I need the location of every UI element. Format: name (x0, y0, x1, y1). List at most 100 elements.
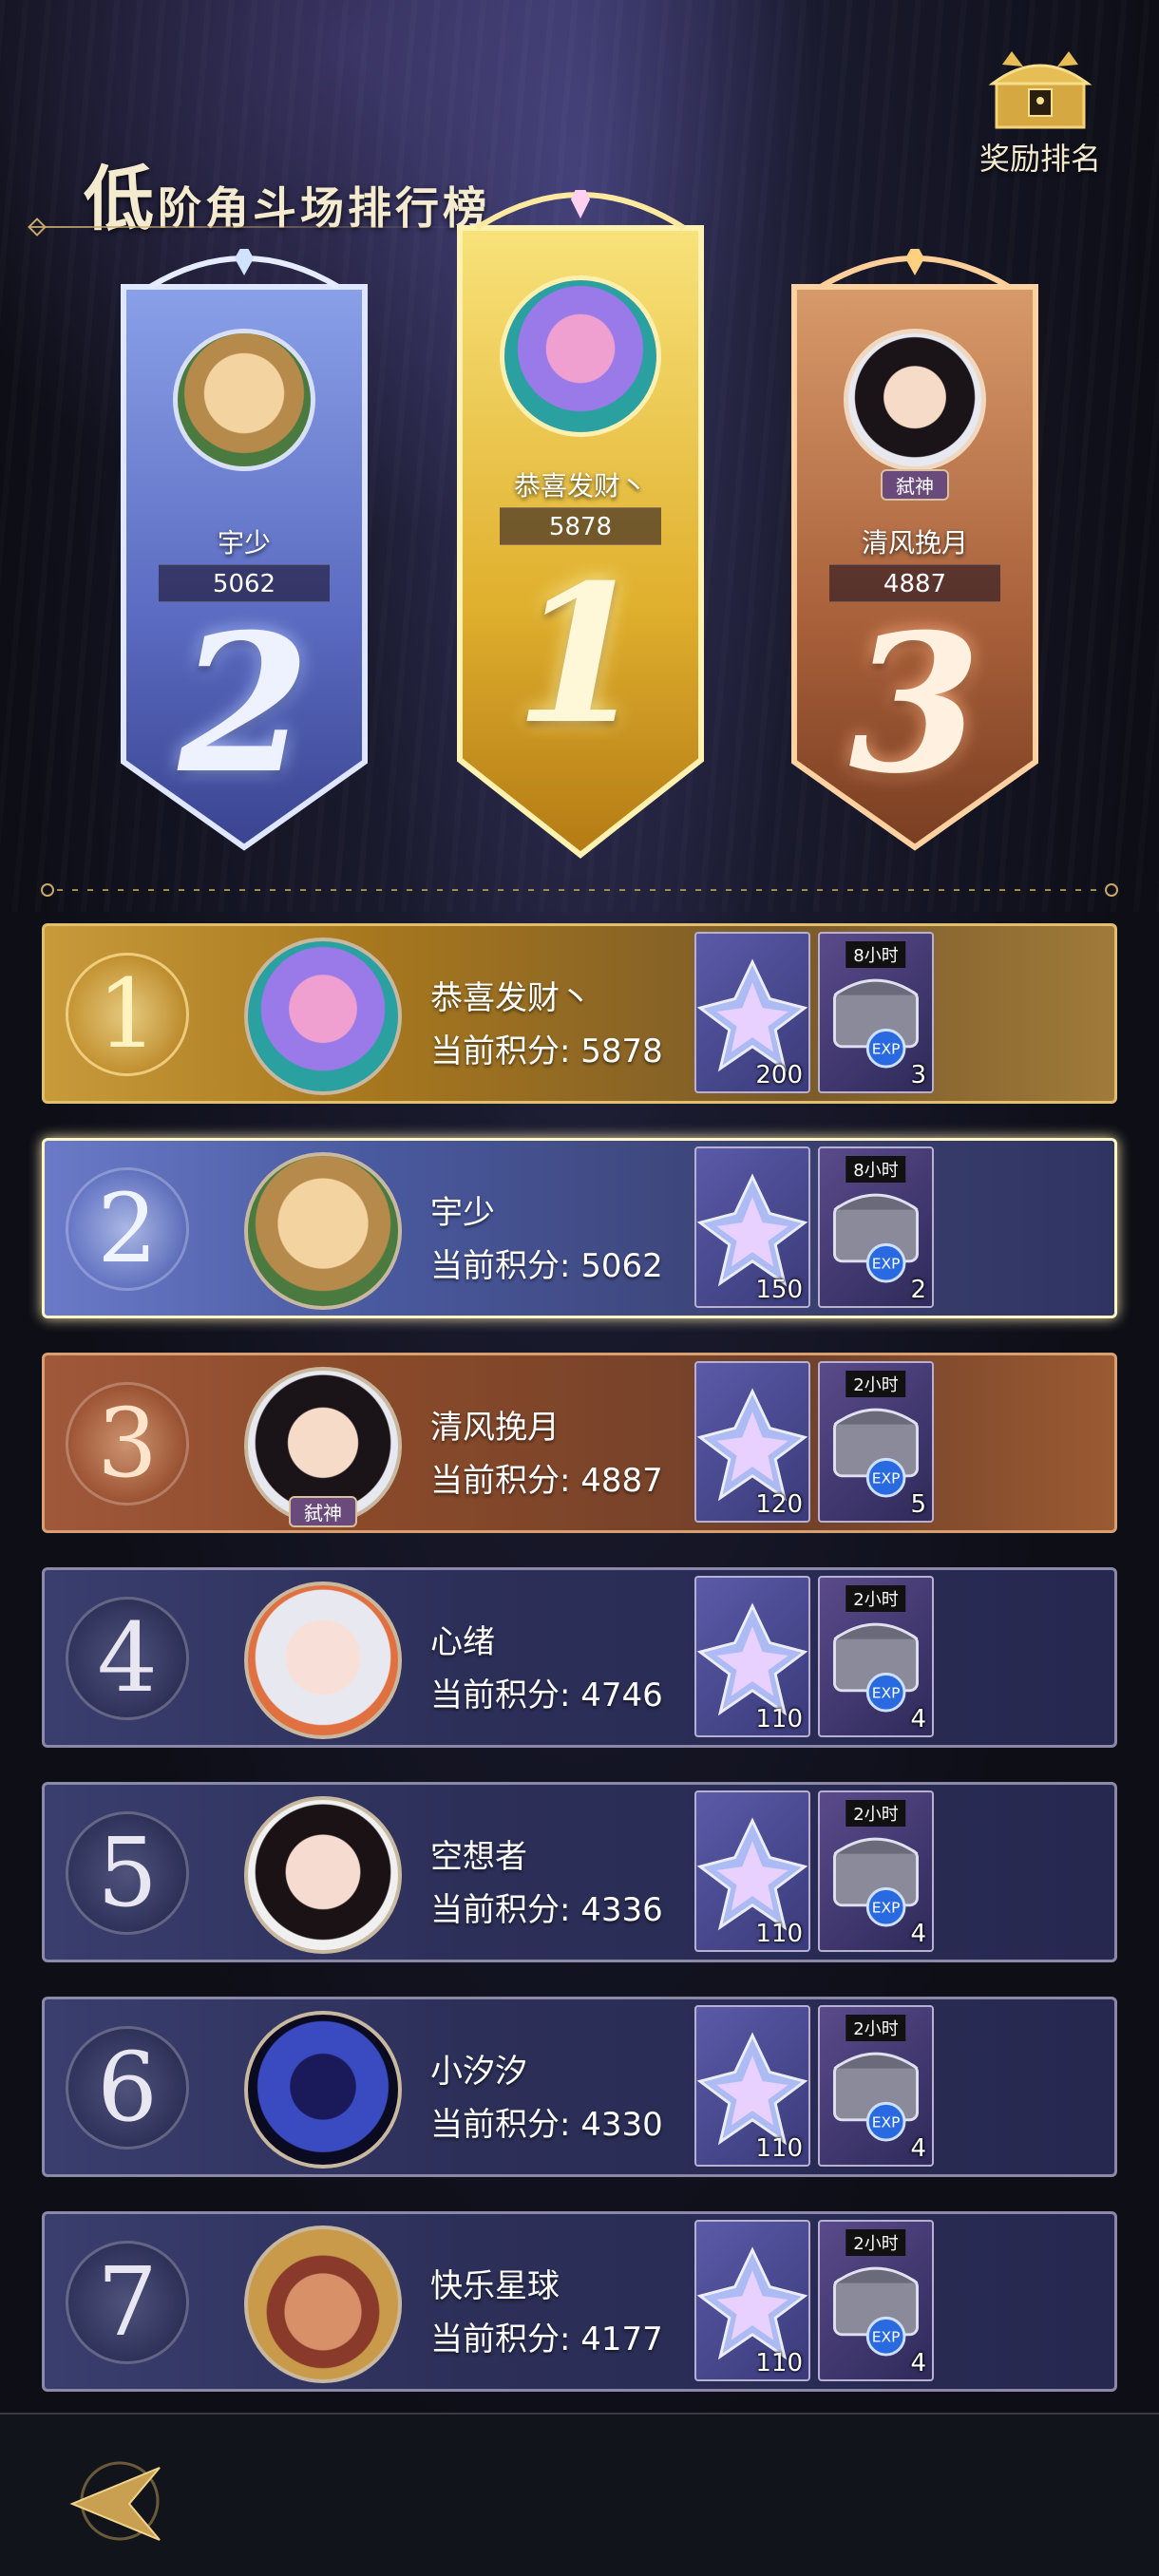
crystal-reward[interactable]: 110 (694, 1576, 810, 1737)
white-hair-girl-avatar[interactable] (244, 1582, 402, 1739)
hooded-figure-avatar[interactable] (244, 2011, 402, 2169)
crystal-reward[interactable]: 110 (694, 1790, 810, 1952)
section-divider (41, 883, 1118, 897)
ranking-row[interactable]: 4 心绪 当前积分: 4746 110 2小时 EXP 4 (42, 1567, 1117, 1748)
score-label: 当前积分: (430, 1462, 571, 1500)
crystal-reward[interactable]: 120 (694, 1361, 810, 1523)
rank-badge: 3 (66, 1382, 189, 1506)
chest-count: 4 (910, 2134, 926, 2163)
ranking-row[interactable]: 3 弑神 清风挽月 当前积分: 4887 120 2小时 EXP 5 (42, 1353, 1117, 1533)
svg-text:EXP: EXP (872, 2114, 901, 2131)
avatar-tag: 弑神 (289, 1496, 357, 1527)
crystal-count: 110 (755, 2134, 803, 2163)
podium-name: 清风挽月 (861, 527, 968, 559)
chest-time-tag: 2小时 (846, 2229, 906, 2256)
ranking-row[interactable]: 1 恭喜发财丶 当前积分: 5878 200 8小时 EXP 3 (42, 923, 1117, 1104)
chest-count: 4 (910, 2349, 926, 2377)
hamster-avatar[interactable] (244, 1152, 402, 1310)
ranking-row[interactable]: 5 空想者 当前积分: 4336 110 2小时 EXP 4 (42, 1782, 1117, 1962)
score-label: 当前积分: (430, 2320, 571, 2358)
exp-chest-reward[interactable]: 8小时 EXP 3 (818, 932, 934, 1093)
score-value: 5878 (580, 1032, 663, 1070)
girl-bow-avatar[interactable] (244, 1796, 402, 1954)
chest-count: 3 (910, 1061, 926, 1089)
exp-chest-reward[interactable]: 2小时 EXP 5 (818, 1361, 934, 1523)
exp-chest-reward[interactable]: 2小时 EXP 4 (818, 1790, 934, 1952)
podium-name: 恭喜发财丶 (513, 470, 647, 502)
podium-avatar-hamster (173, 329, 315, 471)
score-label: 当前积分: (430, 1247, 571, 1285)
podium-score: 5878 (500, 507, 661, 545)
crystal-count: 150 (755, 1276, 803, 1304)
svg-text:EXP: EXP (872, 1685, 901, 1702)
player-score: 当前积分: 5878 (430, 1025, 663, 1071)
score-value: 5062 (580, 1247, 663, 1285)
podium-rank-number: 3 (848, 593, 981, 816)
crystal-reward[interactable]: 110 (694, 2005, 810, 2167)
svg-text:EXP: EXP (872, 2329, 901, 2346)
score-value: 4887 (580, 1462, 663, 1500)
podium-avatar-girl-angel (844, 329, 986, 471)
crystal-count: 110 (755, 2349, 803, 2377)
player-score: 当前积分: 4330 (430, 2098, 663, 2145)
exp-chest-reward[interactable]: 8小时 EXP 2 (818, 1146, 934, 1308)
crystal-count: 110 (755, 1705, 803, 1733)
crystal-count: 200 (755, 1061, 803, 1089)
crystal-reward[interactable]: 150 (694, 1146, 810, 1308)
crystal-reward[interactable]: 110 (694, 2220, 810, 2381)
player-name: 宇少 (430, 1194, 495, 1232)
score-label: 当前积分: (430, 2106, 571, 2144)
ranking-row[interactable]: 7 快乐星球 当前积分: 4177 110 2小时 EXP 4 (42, 2211, 1117, 2392)
player-name: 快乐星球 (430, 2267, 560, 2305)
podium-name: 宇少 (217, 527, 271, 559)
ranking-row[interactable]: 6 小汐汐 当前积分: 4330 110 2小时 EXP 4 (42, 1997, 1117, 2177)
podium-rank-number: 2 (178, 593, 311, 816)
laughing-warrior-avatar[interactable] (244, 2226, 402, 2383)
player-name: 清风挽月 (430, 1409, 560, 1447)
exp-chest-reward[interactable]: 2小时 EXP 4 (818, 2005, 934, 2167)
podium-rank-1[interactable]: 恭喜发财丶 5878 1 (448, 190, 712, 864)
ranking-row[interactable]: 2 宇少 当前积分: 5062 150 8小时 EXP 2 (42, 1138, 1117, 1318)
podium-avatar-tag: 弑神 (881, 469, 949, 501)
purple-hair-avatar[interactable] (244, 938, 402, 1095)
rank-badge: 1 (66, 953, 189, 1076)
chest-count: 2 (910, 1276, 926, 1304)
exp-chest-reward[interactable]: 2小时 EXP 4 (818, 2220, 934, 2381)
chest-time-tag: 2小时 (846, 2015, 906, 2041)
podium-rank-3[interactable]: 弑神 清风挽月 4887 3 (783, 249, 1047, 857)
chest-time-tag: 8小时 (846, 1156, 906, 1183)
chest-time-tag: 2小时 (846, 1585, 906, 1612)
chest-time-tag: 8小时 (846, 941, 906, 968)
svg-text:EXP: EXP (872, 1900, 901, 1917)
back-arrow-icon[interactable] (53, 2449, 177, 2553)
title-underline (28, 226, 466, 228)
player-name: 心绪 (430, 1623, 495, 1661)
chest-count: 4 (910, 1920, 926, 1948)
rank-badge: 6 (66, 2026, 189, 2150)
crystal-reward[interactable]: 200 (694, 932, 810, 1093)
score-label: 当前积分: (430, 1032, 571, 1070)
svg-text:EXP: EXP (872, 1470, 901, 1487)
page-title-big: 低 (84, 159, 158, 240)
player-score: 当前积分: 4177 (430, 2313, 663, 2359)
score-value: 4746 (580, 1676, 663, 1714)
score-value: 4336 (580, 1891, 663, 1929)
player-name: 空想者 (430, 1838, 527, 1876)
score-label: 当前积分: (430, 1891, 571, 1929)
player-name: 恭喜发财丶 (430, 979, 592, 1017)
rank-badge: 2 (66, 1167, 189, 1291)
podium-avatar-purple-hair (500, 275, 661, 437)
svg-text:EXP: EXP (872, 1256, 901, 1273)
player-name: 小汐汐 (430, 2053, 527, 2091)
reward-ranking-button[interactable]: 奖励排名 (960, 46, 1121, 179)
score-label: 当前积分: (430, 1676, 571, 1714)
treasure-chest-icon (988, 51, 1092, 129)
podium-rank-number: 1 (514, 543, 647, 767)
exp-chest-reward[interactable]: 2小时 EXP 4 (818, 1576, 934, 1737)
rank-badge: 5 (66, 1811, 189, 1935)
chest-time-tag: 2小时 (846, 1800, 906, 1827)
reward-ranking-label: 奖励排名 (978, 141, 1101, 177)
podium-rank-2[interactable]: 宇少 5062 2 (112, 249, 376, 857)
player-score: 当前积分: 4887 (430, 1454, 663, 1501)
rank-badge: 4 (66, 1597, 189, 1720)
